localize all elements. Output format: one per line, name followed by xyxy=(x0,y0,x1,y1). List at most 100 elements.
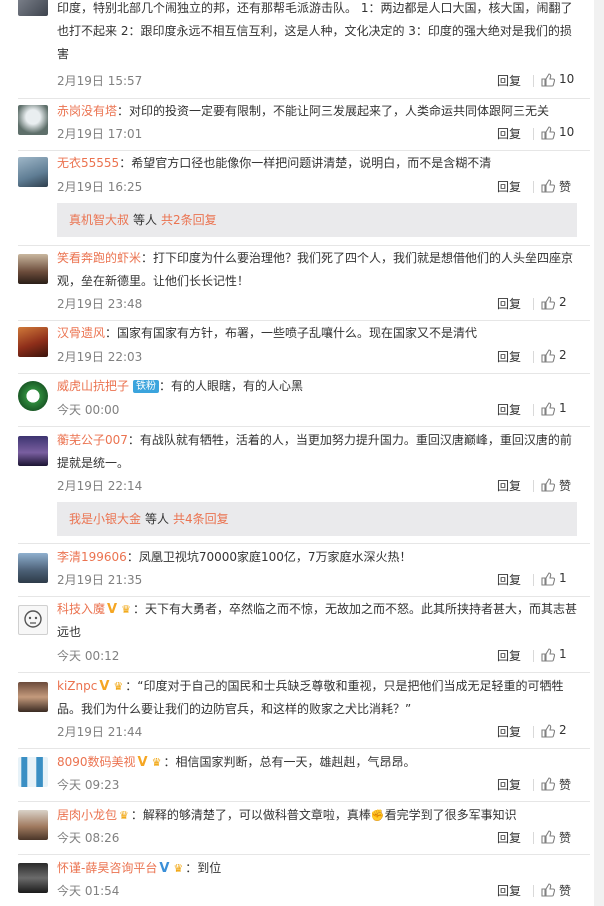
reply-button[interactable]: 回复 xyxy=(497,882,521,899)
username-link[interactable]: 8090数码美视 xyxy=(57,755,136,769)
separator xyxy=(533,726,534,738)
level-badge-icon: ♛ xyxy=(113,680,124,693)
subreply-count[interactable]: 共2条回复 xyxy=(161,213,217,227)
avatar[interactable] xyxy=(18,682,48,712)
like-button[interactable]: 2 xyxy=(541,348,577,366)
thumbs-up-icon xyxy=(541,402,555,416)
avatar[interactable] xyxy=(18,381,48,411)
comment-time: 2月19日 22:14 xyxy=(57,479,143,493)
like-button[interactable]: 赞 xyxy=(541,882,577,900)
thumbs-up-icon xyxy=(541,296,555,310)
subreply-others: 等人 xyxy=(133,213,158,227)
reply-button[interactable]: 回复 xyxy=(497,295,521,312)
separator xyxy=(533,650,534,662)
like-count: 1 xyxy=(559,571,567,585)
separator xyxy=(533,574,534,586)
comment-time: 今天 00:00 xyxy=(57,403,120,417)
like-button[interactable]: 赞 xyxy=(541,776,577,794)
divider xyxy=(18,245,590,246)
like-count: 10 xyxy=(559,72,575,86)
separator xyxy=(533,779,534,791)
like-button[interactable]: 10 xyxy=(541,125,577,143)
avatar[interactable] xyxy=(18,157,48,187)
avatar[interactable] xyxy=(18,553,48,583)
avatar[interactable] xyxy=(18,327,48,357)
comment-time: 2月19日 17:01 xyxy=(57,127,143,141)
comment-time: 今天 08:26 xyxy=(57,831,120,845)
subreply-box[interactable]: 真机智大叔 等人 共2条回复 xyxy=(57,203,577,237)
like-count: 赞 xyxy=(559,778,572,792)
reply-button[interactable]: 回复 xyxy=(497,571,521,588)
avatar[interactable] xyxy=(18,0,48,16)
comment-text: 威虎山抗把子 铁粉 ：有的人眼瞎，有的人心黑 xyxy=(57,379,304,393)
reply-button[interactable]: 回复 xyxy=(497,348,521,365)
reply-button[interactable]: 回复 xyxy=(497,829,521,846)
comment-meta: 今天 08:26 回复 赞 xyxy=(57,829,577,847)
like-count: 2 xyxy=(559,348,567,362)
username-link[interactable]: kiZnpc xyxy=(57,679,97,693)
comment-meta: 2月19日 16:25 回复 赞 xyxy=(57,178,577,196)
comment-meta: 2月19日 21:44 回复 2 xyxy=(57,723,577,741)
verified-v-icon: V xyxy=(107,602,118,617)
level-badge-icon: ♛ xyxy=(173,862,184,875)
like-count: 10 xyxy=(559,125,575,139)
username-link[interactable]: 汉骨遗风 xyxy=(57,326,105,340)
subreply-user[interactable]: 真机智大叔 xyxy=(69,213,129,227)
reply-button[interactable]: 回复 xyxy=(497,401,521,418)
divider xyxy=(18,150,590,151)
divider xyxy=(18,320,590,321)
username-link[interactable]: 笑看奔跑的虾米 xyxy=(57,251,141,265)
comment-meta: 今天 09:23 回复 赞 xyxy=(57,776,577,794)
like-button[interactable]: 1 xyxy=(541,647,577,665)
like-button[interactable]: 10 xyxy=(541,72,577,90)
reply-button[interactable]: 回复 xyxy=(497,477,521,494)
comment-meta: 2月19日 21:35 回复 1 xyxy=(57,571,577,589)
username-link[interactable]: 赤岗没有塔 xyxy=(57,104,117,118)
scrollbar[interactable] xyxy=(594,0,604,906)
like-button[interactable]: 1 xyxy=(541,571,577,589)
comment-text: 李清199606：凤凰卫视坑70000家庭100亿，7万家庭水深火热！ xyxy=(57,550,412,564)
like-button[interactable]: 2 xyxy=(541,295,577,313)
avatar[interactable] xyxy=(18,254,48,284)
thumbs-up-icon xyxy=(541,126,555,140)
avatar[interactable] xyxy=(18,757,48,787)
comment-text: 赤岗没有塔：对印的投资一定要有限制，不能让阿三发展起来了，人类命运共同体跟阿三无… xyxy=(57,104,550,118)
fan-badge: 铁粉 xyxy=(133,380,160,393)
like-button[interactable]: 1 xyxy=(541,401,577,419)
reply-button[interactable]: 回复 xyxy=(497,647,521,664)
divider xyxy=(18,543,590,544)
avatar[interactable] xyxy=(18,605,48,635)
reply-button[interactable]: 回复 xyxy=(497,178,521,195)
avatar[interactable] xyxy=(18,105,48,135)
subreply-count[interactable]: 共4条回复 xyxy=(173,512,229,526)
like-button[interactable]: 2 xyxy=(541,723,577,741)
divider xyxy=(18,98,590,99)
username-link[interactable]: 李清199606 xyxy=(57,550,127,564)
reply-button[interactable]: 回复 xyxy=(497,723,521,740)
divider xyxy=(18,854,590,855)
avatar[interactable] xyxy=(18,436,48,466)
like-button[interactable]: 赞 xyxy=(541,477,577,495)
comment-feed: 印度，特别北部几个闹独立的邦，还有那帮毛派游击队。 1：两边都是人口大国，核大国… xyxy=(0,0,604,906)
reply-button[interactable]: 回复 xyxy=(497,72,521,89)
separator xyxy=(533,480,534,492)
username-link[interactable]: 怀谨-薛昊咨询平台 xyxy=(57,861,157,875)
reply-button[interactable]: 回复 xyxy=(497,125,521,142)
username-link[interactable]: 科技入魔 xyxy=(57,602,105,616)
reply-button[interactable]: 回复 xyxy=(497,776,521,793)
subreply-box[interactable]: 我是小银大金 等人 共4条回复 xyxy=(57,502,577,536)
like-count: 2 xyxy=(559,723,567,737)
thumbs-up-icon xyxy=(541,830,555,844)
avatar[interactable] xyxy=(18,863,48,893)
divider xyxy=(18,748,590,749)
separator xyxy=(533,832,534,844)
username-link[interactable]: 蘅芜公子007 xyxy=(57,433,128,447)
username-link[interactable]: 威虎山抗把子 xyxy=(57,379,129,393)
like-button[interactable]: 赞 xyxy=(541,829,577,847)
username-link[interactable]: 居肉小龙包 xyxy=(57,808,117,822)
thumbs-up-icon xyxy=(541,648,555,662)
avatar[interactable] xyxy=(18,810,48,840)
username-link[interactable]: 无衣55555 xyxy=(57,156,119,170)
subreply-user[interactable]: 我是小银大金 xyxy=(69,512,141,526)
like-button[interactable]: 赞 xyxy=(541,178,577,196)
